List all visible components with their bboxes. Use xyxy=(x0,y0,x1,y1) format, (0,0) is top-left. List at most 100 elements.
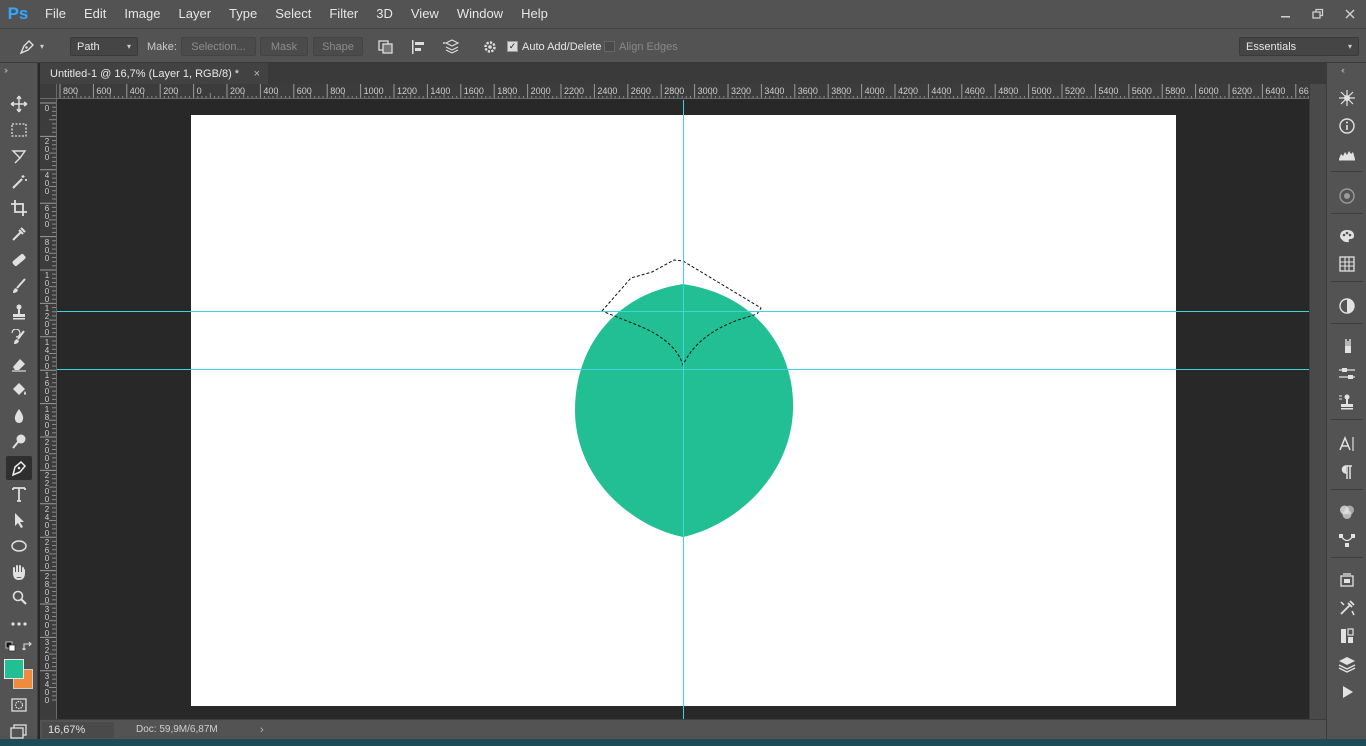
document-size-info: Doc: 59,9M/6,87M xyxy=(136,724,218,735)
zoom-tool[interactable] xyxy=(6,586,32,610)
3d-panel-button[interactable] xyxy=(1335,87,1359,109)
styles-panel-button[interactable] xyxy=(1335,625,1359,647)
tool-preset-picker[interactable]: ▾ xyxy=(18,37,44,56)
dodge-tool[interactable] xyxy=(6,430,32,454)
align-edges-toggle[interactable]: Align Edges xyxy=(604,37,678,56)
path-arrangement-button[interactable] xyxy=(442,37,462,56)
auto-add-delete-toggle[interactable]: ✓ Auto Add/Delete xyxy=(507,37,602,56)
ellipse-tool[interactable] xyxy=(6,534,32,558)
pen-icon xyxy=(11,460,27,477)
path-selection-tool[interactable] xyxy=(6,508,32,532)
mode-value: Path xyxy=(77,40,100,53)
properties-panel-button[interactable] xyxy=(1335,597,1359,619)
minimize-icon[interactable] xyxy=(1270,0,1302,28)
horizontal-ruler[interactable]: 800 600 400 200 0 200 400 600 800 1000 1200 1400 160… xyxy=(57,84,1309,99)
type-tool[interactable] xyxy=(6,482,32,506)
clone-stamp-tool[interactable] xyxy=(6,300,32,324)
magic-wand-tool[interactable] xyxy=(6,170,32,194)
close-tab-icon[interactable]: × xyxy=(254,68,260,80)
quick-mask-button[interactable] xyxy=(6,693,32,717)
move-tool[interactable] xyxy=(6,92,32,116)
vertical-ruler[interactable]: 0200400600800100012001400160018002000220… xyxy=(40,99,57,719)
libraries-panel-button[interactable] xyxy=(1335,569,1359,591)
menu-view[interactable]: View xyxy=(402,0,448,28)
swap-colors-icon[interactable] xyxy=(22,641,34,653)
make-selection-button[interactable]: Selection... xyxy=(181,37,256,56)
channels-panel-button[interactable] xyxy=(1335,501,1359,523)
menu-layer[interactable]: Layer xyxy=(170,0,221,28)
ruler-tick-label: 600 xyxy=(296,86,312,96)
document-tab[interactable]: Untitled-1 @ 16,7% (Layer 1, RGB/8) * × xyxy=(40,63,268,84)
paths-panel-button[interactable] xyxy=(1335,529,1359,551)
menu-3d[interactable]: 3D xyxy=(367,0,402,28)
vertical-guide[interactable] xyxy=(683,100,684,719)
pen-tool[interactable] xyxy=(6,456,32,480)
ruler-tick-digit: 0 xyxy=(44,328,50,338)
status-menu-arrow-icon[interactable]: › xyxy=(260,724,264,736)
menu-file[interactable]: File xyxy=(36,0,75,28)
history-brush-tool[interactable] xyxy=(6,326,32,350)
ruler-tick-label: 0 xyxy=(43,105,51,113)
default-colors-icon[interactable] xyxy=(5,641,17,653)
zoom-level-field[interactable]: 16,67% xyxy=(42,721,114,738)
foreground-color-swatch[interactable] xyxy=(4,659,24,679)
brushes-panel-button[interactable] xyxy=(1335,335,1359,357)
make-mask-button[interactable]: Mask xyxy=(260,37,308,56)
align-edges-checkbox[interactable] xyxy=(604,41,615,52)
swatches-panel-button[interactable] xyxy=(1335,253,1359,275)
path-selection-icon xyxy=(15,513,24,528)
blur-tool[interactable] xyxy=(6,404,32,428)
adjustments-panel-button[interactable] xyxy=(1335,295,1359,317)
menu-help[interactable]: Help xyxy=(512,0,557,28)
paint-bucket-icon xyxy=(13,383,26,395)
restore-icon[interactable] xyxy=(1302,0,1334,28)
menu-edit[interactable]: Edit xyxy=(75,0,115,28)
info-panel-button[interactable] xyxy=(1335,115,1359,137)
vertical-scrollbar[interactable] xyxy=(1309,84,1326,719)
path-operations-button[interactable] xyxy=(377,37,395,56)
chevron-down-icon: ▾ xyxy=(126,42,131,51)
menu-type[interactable]: Type xyxy=(220,0,266,28)
collapse-panel-icon[interactable]: ›› xyxy=(4,65,8,75)
settings-button[interactable] xyxy=(482,37,498,56)
marquee-tool[interactable] xyxy=(6,118,32,142)
character-panel-button[interactable] xyxy=(1335,433,1359,455)
workspace-dropdown[interactable]: Essentials ▾ xyxy=(1239,37,1359,56)
histogram-panel-button[interactable] xyxy=(1335,143,1359,165)
mode-dropdown[interactable]: Path ▾ xyxy=(70,37,138,56)
navigator-panel-button[interactable] xyxy=(1335,185,1359,207)
menu-window[interactable]: Window xyxy=(448,0,512,28)
menu-filter[interactable]: Filter xyxy=(320,0,367,28)
make-shape-button[interactable]: Shape xyxy=(313,37,363,56)
leaf-shape[interactable] xyxy=(575,284,794,537)
ruler-tick-digit: 0 xyxy=(44,462,50,471)
paragraph-panel-button[interactable] xyxy=(1335,461,1359,483)
eraser-tool[interactable] xyxy=(6,352,32,376)
layers-panel-button[interactable] xyxy=(1335,653,1359,675)
menu-image[interactable]: Image xyxy=(115,0,169,28)
ruler-tick-label: 3800 xyxy=(831,86,852,96)
lasso-tool[interactable] xyxy=(6,144,32,168)
clone-source-panel-button[interactable] xyxy=(1335,391,1359,413)
collapse-panel-icon[interactable]: ‹‹ xyxy=(1341,65,1345,75)
menu-select[interactable]: Select xyxy=(266,0,320,28)
document-pasteboard[interactable] xyxy=(57,100,1309,719)
ruler-tick-label: 6000 xyxy=(1198,86,1219,96)
brush-tool[interactable] xyxy=(6,274,32,298)
auto-add-delete-checkbox[interactable]: ✓ xyxy=(507,41,518,52)
close-icon[interactable] xyxy=(1334,0,1366,28)
color-panel-button[interactable] xyxy=(1335,225,1359,247)
eyedropper-tool[interactable] xyxy=(6,222,32,246)
ruler-origin[interactable] xyxy=(40,84,57,99)
crop-tool[interactable] xyxy=(6,196,32,220)
actions-panel-button[interactable] xyxy=(1335,681,1359,703)
hand-tool[interactable] xyxy=(6,560,32,584)
ruler-tick-digit: 0 xyxy=(44,104,50,113)
ruler-tick-label: 800 xyxy=(330,86,346,96)
ruler-tick-digit: 0 xyxy=(44,220,50,230)
path-alignment-button[interactable] xyxy=(410,37,428,56)
brush-presets-panel-button[interactable] xyxy=(1335,363,1359,385)
more-tools-button[interactable] xyxy=(6,612,32,636)
paint-bucket-tool[interactable] xyxy=(6,378,32,402)
healing-brush-tool[interactable] xyxy=(6,248,32,272)
